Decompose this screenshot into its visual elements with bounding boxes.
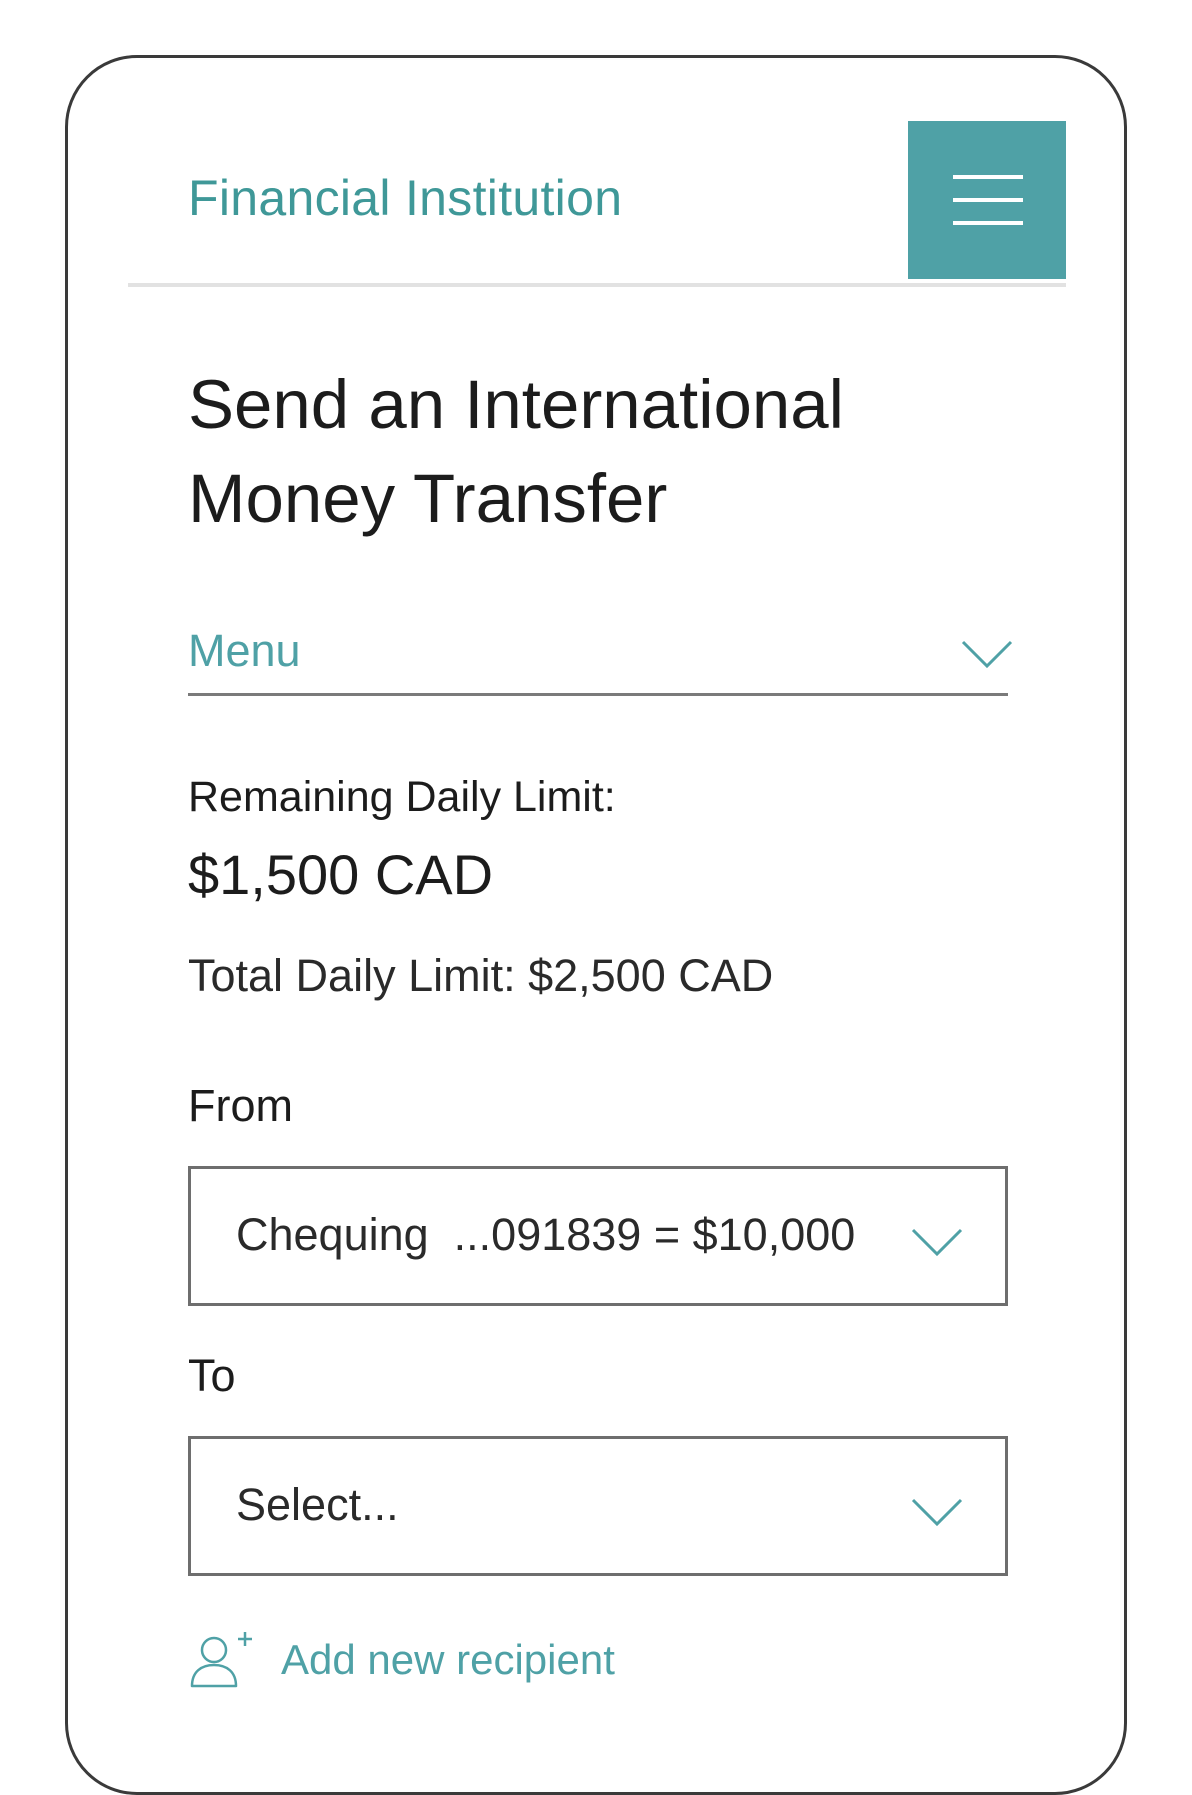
add-user-icon (190, 1632, 252, 1688)
page-title: Send an International Money Transfer (188, 358, 988, 546)
from-label: From (188, 1080, 293, 1131)
menu-dropdown-label: Menu (188, 625, 301, 676)
app-header: Financial Institution (128, 121, 1066, 287)
hamburger-menu-button[interactable] (908, 121, 1066, 279)
chevron-down-icon (911, 1498, 963, 1527)
total-daily-limit: Total Daily Limit: $2,500 CAD (188, 950, 774, 1001)
menu-dropdown[interactable]: Menu (188, 617, 1013, 696)
to-recipient-select[interactable]: Select... (188, 1436, 1008, 1576)
from-account-value: Chequing ...091839 = $10,000 (236, 1209, 856, 1260)
page-title-line-1: Send an International (188, 366, 845, 443)
remaining-limit-value: $1,500 CAD (188, 843, 494, 906)
chevron-down-icon (911, 1228, 963, 1257)
chevron-down-icon (961, 640, 1013, 669)
to-label: To (188, 1350, 236, 1401)
remaining-limit-label: Remaining Daily Limit: (188, 773, 616, 821)
brand-name: Financial Institution (188, 170, 623, 226)
from-account-select[interactable]: Chequing ...091839 = $10,000 (188, 1166, 1008, 1306)
to-recipient-value: Select... (236, 1479, 399, 1530)
add-new-recipient-label: Add new recipient (281, 1636, 615, 1683)
page-title-line-2: Money Transfer (188, 460, 668, 537)
